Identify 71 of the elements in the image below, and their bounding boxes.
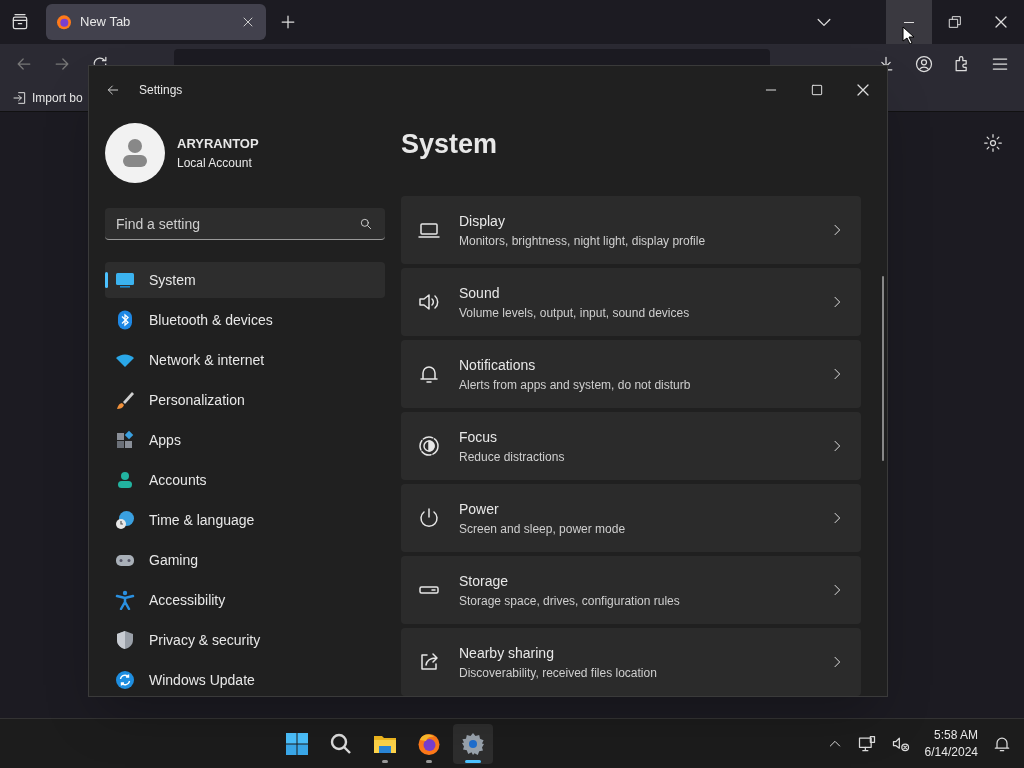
search-icon	[359, 217, 373, 231]
maximize-icon[interactable]	[809, 82, 825, 98]
tab-title: New Tab	[80, 13, 132, 32]
nav-item[interactable]: Privacy & security	[105, 622, 385, 658]
mouse-cursor-icon	[902, 26, 914, 44]
nav-item[interactable]: Gaming	[105, 542, 385, 578]
nav-item[interactable]: Apps	[105, 422, 385, 458]
settings-card[interactable]: Power Screen and sleep, power mode	[401, 484, 861, 552]
bookmark-link[interactable]: Import bo	[12, 88, 83, 107]
card-description: Alerts from apps and system, do not disturb	[459, 376, 692, 394]
card-description: Volume levels, output, input, sound devices	[459, 304, 691, 322]
import-icon	[12, 89, 28, 106]
back-arrow-icon[interactable]	[105, 82, 121, 98]
accessibility-icon	[115, 590, 135, 610]
network-icon[interactable]	[856, 733, 877, 754]
card-description: Screen and sleep, power mode	[459, 520, 627, 538]
settings-card[interactable]: Notifications Alerts from apps and system, do not disturb	[401, 340, 861, 408]
person-icon	[115, 470, 135, 490]
search-icon[interactable]	[329, 731, 353, 756]
card-title: Focus	[459, 427, 499, 447]
account-icon[interactable]	[914, 54, 934, 74]
card-description: Discoverability, received files location	[459, 664, 658, 682]
brush-icon	[115, 390, 135, 410]
windows-start-icon[interactable]	[285, 731, 309, 756]
browser-logo-icon	[56, 14, 72, 30]
card-title: Power	[459, 499, 500, 519]
restore-icon[interactable]	[947, 14, 963, 30]
nav-item[interactable]: Time & language	[105, 502, 385, 538]
clock[interactable]: 5:58 AM 6/14/2024	[924, 726, 978, 761]
scrollbar[interactable]	[882, 276, 884, 461]
running-indicator	[465, 759, 481, 763]
account-type: Local Account	[177, 154, 253, 172]
settings-card[interactable]: Display Monitors, brightness, night light, display profile	[401, 196, 861, 264]
nav-item[interactable]: Bluetooth & devices	[105, 302, 385, 338]
bluetooth-icon	[115, 310, 135, 330]
nav-item[interactable]: Accounts	[105, 462, 385, 498]
settings-card[interactable]: Storage Storage space, drives, configuration rules	[401, 556, 861, 624]
focus-icon	[417, 434, 441, 458]
nav-item[interactable]: System	[105, 262, 385, 298]
card-description: Reduce distractions	[459, 448, 566, 466]
globe-clock-icon	[115, 510, 135, 530]
settings-card[interactable]: Nearby sharing Discoverability, received files location	[401, 628, 861, 696]
search-field[interactable]: Find a setting	[105, 208, 385, 240]
settings-card[interactable]: Sound Volume levels, output, input, sound devices	[401, 268, 861, 336]
settings-card[interactable]: Focus Reduce distractions	[401, 412, 861, 480]
monitor-icon	[115, 270, 135, 290]
power-icon	[417, 506, 441, 530]
card-description: Storage space, drives, configuration rules	[459, 592, 681, 610]
card-title: Nearby sharing	[459, 643, 555, 663]
browser-tab[interactable]: New Tab	[46, 4, 266, 40]
nav-item[interactable]: Personalization	[105, 382, 385, 418]
apps-icon	[115, 430, 135, 450]
tab-list-icon[interactable]	[10, 12, 30, 32]
running-indicator	[426, 759, 432, 763]
selection-indicator	[105, 272, 108, 288]
card-title: Sound	[459, 283, 501, 303]
window-title: Settings	[139, 82, 183, 99]
user-name: ARYRANTOP	[177, 135, 259, 154]
card-title: Notifications	[459, 355, 537, 375]
nav-item[interactable]: Accessibility	[105, 582, 385, 618]
nav-item[interactable]: Network & internet	[105, 342, 385, 378]
update-icon	[115, 670, 135, 690]
card-description: Monitors, brightness, night light, display profile	[459, 232, 707, 250]
taskbar-app[interactable]	[453, 723, 493, 764]
nav-item[interactable]: Windows Update	[105, 662, 385, 696]
card-title: Display	[459, 211, 506, 231]
shield-icon	[115, 630, 135, 650]
card-title: Storage	[459, 571, 510, 591]
page-heading: System	[401, 128, 499, 161]
browser-logo-icon[interactable]	[417, 731, 441, 756]
running-indicator	[382, 759, 388, 763]
